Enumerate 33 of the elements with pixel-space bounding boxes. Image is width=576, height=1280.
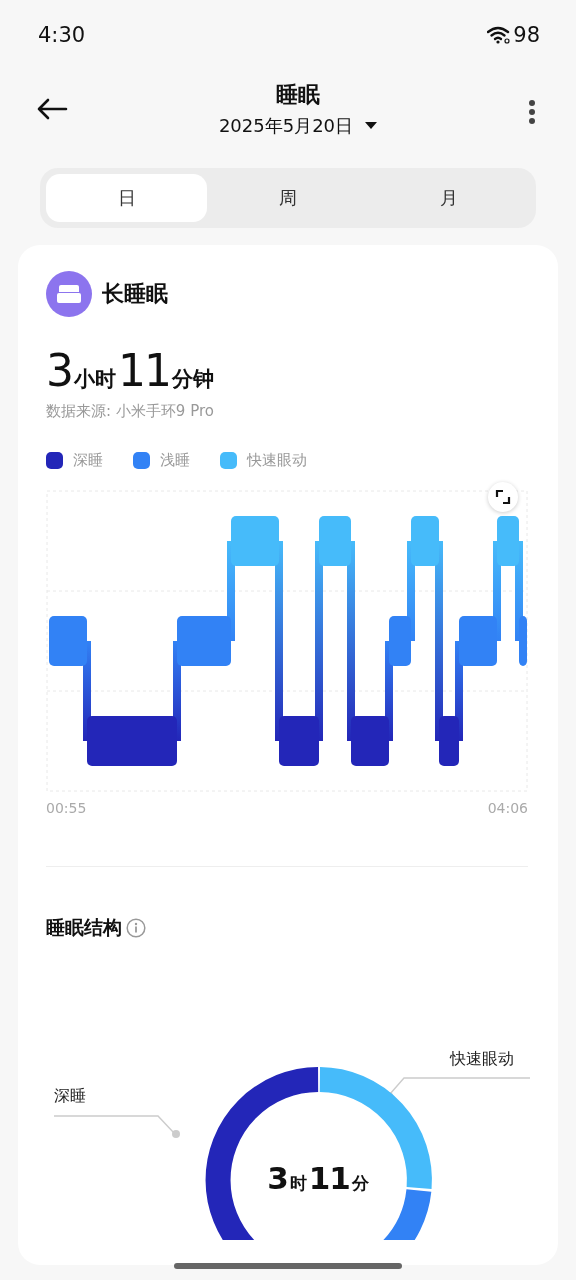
legend-label: 快速眼动 — [247, 451, 307, 470]
axis-end-time: 04:06 — [487, 800, 528, 816]
duration-value: 3 — [46, 345, 72, 396]
battery-level: 98 — [513, 23, 540, 47]
duration-value: 11 — [118, 345, 170, 396]
back-arrow-icon[interactable] — [36, 98, 68, 120]
total-unit: 时 — [289, 1172, 307, 1195]
legend-label: 深睡 — [73, 451, 103, 470]
expand-icon — [495, 489, 511, 505]
bed-icon — [46, 271, 92, 317]
duration-unit: 小时 — [74, 366, 116, 393]
total-unit: 分 — [351, 1172, 369, 1195]
period-tab[interactable]: 月 — [368, 174, 530, 222]
card-title: 长睡眠 — [102, 280, 168, 308]
info-icon[interactable] — [126, 918, 146, 938]
data-source: 数据来源: 小米手环9 Pro — [46, 402, 215, 421]
donut-label: 深睡 — [54, 1086, 86, 1107]
section-title: 睡眠结构 — [46, 915, 122, 940]
total-value: 11 — [308, 1160, 350, 1196]
legend-label: 浅睡 — [160, 451, 190, 470]
axis-start-time: 00:55 — [46, 800, 87, 816]
caret-icon — [365, 122, 378, 130]
status-time: 4:30 — [38, 23, 86, 47]
duration-unit: 分钟 — [172, 366, 214, 393]
period-tab[interactable]: 周 — [207, 174, 369, 222]
more-menu-icon[interactable] — [528, 99, 536, 125]
fullscreen-button[interactable] — [488, 482, 518, 512]
donut-label: 快速眼动 — [450, 1049, 514, 1070]
date-picker[interactable]: 2025年5月20日 — [218, 114, 378, 138]
page-title: 睡眠 — [276, 81, 320, 109]
wifi-icon — [487, 26, 512, 44]
total-value: 3 — [267, 1160, 288, 1196]
period-tab[interactable]: 日 — [46, 174, 208, 222]
